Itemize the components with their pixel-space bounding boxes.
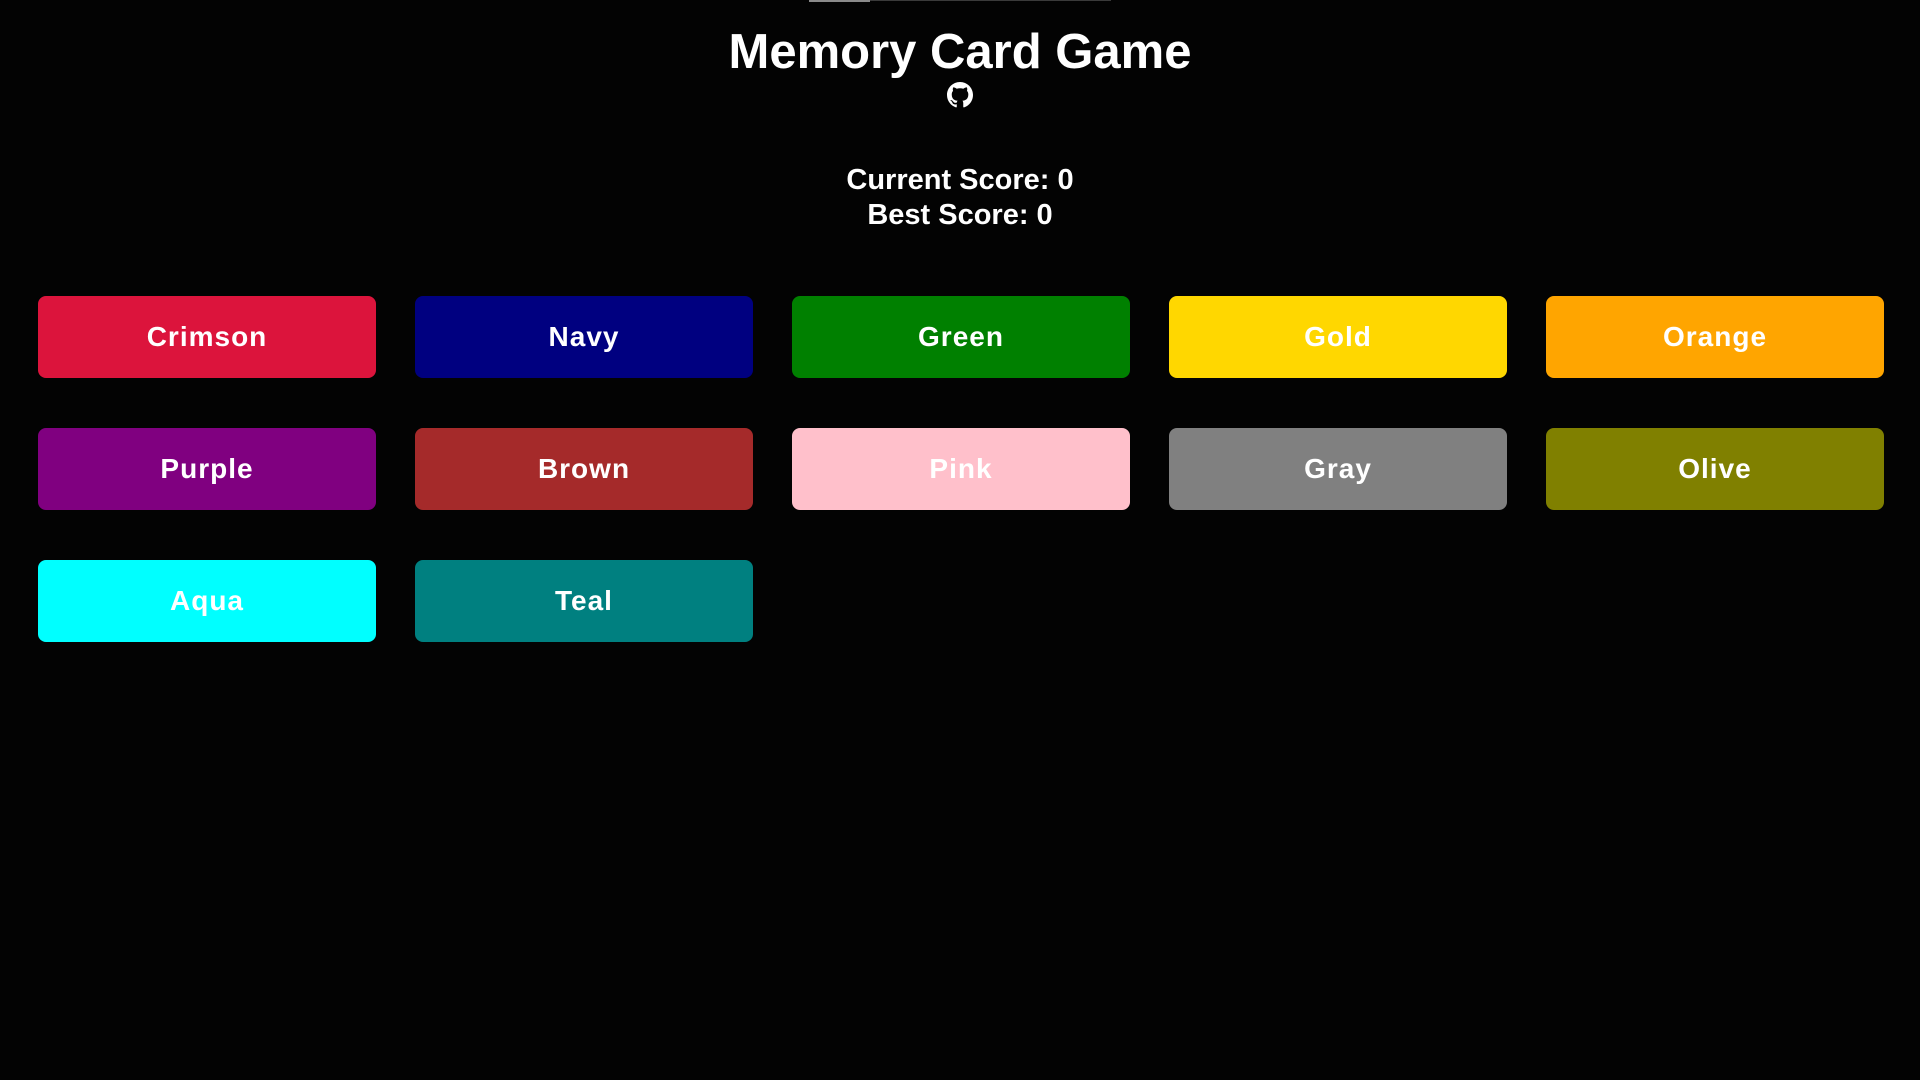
card-navy[interactable]: Navy (415, 296, 753, 378)
card-orange[interactable]: Orange (1546, 296, 1884, 378)
card-label: Gold (1304, 321, 1372, 352)
card-green[interactable]: Green (792, 296, 1130, 378)
card-teal[interactable]: Teal (415, 560, 753, 642)
github-link[interactable] (947, 82, 973, 108)
card-label: Gray (1304, 453, 1372, 484)
card-crimson[interactable]: Crimson (38, 296, 376, 378)
card-olive[interactable]: Olive (1546, 428, 1884, 510)
score-board: Current Score: 0 Best Score: 0 (0, 163, 1920, 233)
card-grid: Crimson Navy Green Gold Orange Purple Br… (38, 296, 1884, 642)
card-label: Purple (160, 453, 254, 484)
card-label: Navy (548, 321, 620, 352)
card-label: Aqua (170, 585, 244, 616)
card-pink[interactable]: Pink (792, 428, 1130, 510)
current-score: Current Score: 0 (846, 164, 1074, 196)
card-label: Pink (929, 453, 993, 484)
page-header: Memory Card Game (0, 22, 1920, 113)
card-aqua[interactable]: Aqua (38, 560, 376, 642)
top-scroll-indicator-thumb (809, 0, 870, 2)
card-label: Green (918, 321, 1004, 352)
card-label: Brown (537, 453, 631, 484)
card-gold[interactable]: Gold (1169, 296, 1507, 378)
best-score: Best Score: 0 (867, 199, 1053, 231)
card-gray[interactable]: Gray (1169, 428, 1507, 510)
card-label: Orange (1662, 321, 1768, 352)
page-title: Memory Card Game (728, 25, 1192, 79)
card-purple[interactable]: Purple (38, 428, 376, 510)
github-icon (947, 82, 973, 108)
card-label: Crimson (146, 321, 268, 352)
card-brown[interactable]: Brown (415, 428, 753, 510)
card-label: Olive (1678, 453, 1752, 484)
card-label: Teal (555, 585, 613, 616)
top-scroll-indicator (809, 0, 1111, 2)
